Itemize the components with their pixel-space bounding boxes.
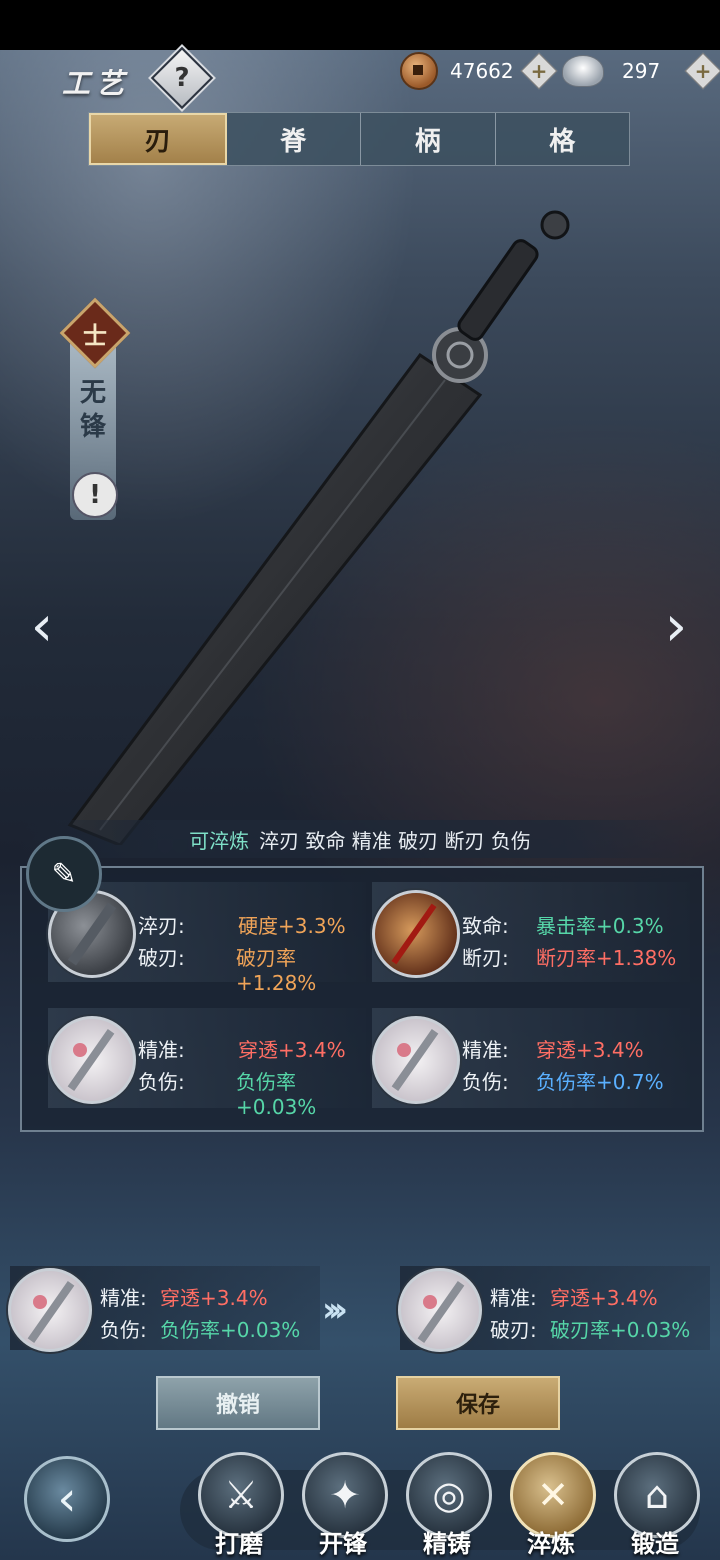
plus-icon: + xyxy=(694,59,712,83)
silver-amount: 297 xyxy=(622,59,661,83)
attr-value: 负伤率+0.03% xyxy=(236,1070,317,1119)
copper-amount: 47662 xyxy=(450,59,514,83)
nav-polish[interactable]: ⚔ 打磨 xyxy=(194,1452,284,1560)
nav-label: 打磨 xyxy=(215,1530,263,1558)
attr-name: 精准: xyxy=(490,1286,537,1310)
question-icon: ? xyxy=(174,63,190,93)
nav-sharpen[interactable]: ✦ 开锋 xyxy=(298,1452,388,1560)
attribute-slot[interactable]: 精准: 穿透+3.4% 负伤: 负伤率+0.03% xyxy=(48,1008,366,1119)
nav-label: 锻造 xyxy=(631,1530,679,1558)
next-arrow-icon[interactable]: › xyxy=(656,594,696,659)
nav-forge[interactable]: ⌂ 锻造 xyxy=(610,1452,700,1560)
attribute-panel: 淬刃: 硬度+3.3% 破刃: 破刃率+1.28% 致命: 暴击率+0.3% 断… xyxy=(20,866,704,1132)
refine-traits: 淬刃 致命 精准 破刃 断刃 负伤 xyxy=(259,828,531,853)
nav-label: 精铸 xyxy=(423,1530,471,1558)
attr-value: 断刃率+1.38% xyxy=(536,946,677,970)
info-button[interactable]: ! xyxy=(72,472,118,518)
attribute-slot[interactable]: 致命: 暴击率+0.3% 断刃: 断刃率+1.38% xyxy=(372,882,690,982)
tab-spine[interactable]: 脊 xyxy=(227,113,361,165)
part-tabs: 刃 脊 柄 格 xyxy=(88,112,630,166)
help-button[interactable]: ? xyxy=(150,46,214,110)
blossom-blade-icon xyxy=(372,1016,460,1104)
compare-before: 精准: 穿透+3.4% 负伤: 负伤率+0.03% xyxy=(8,1266,320,1352)
back-button[interactable]: ‹ xyxy=(24,1456,110,1542)
attr-name: 淬刃: xyxy=(138,914,185,938)
save-button[interactable]: 保存 xyxy=(396,1376,560,1430)
chat-button[interactable]: ✎ xyxy=(26,836,102,912)
attr-value: 穿透+3.4% xyxy=(238,1038,346,1062)
compare-after: 精准: 穿透+3.4% 破刃: 破刃率+0.03% xyxy=(398,1266,710,1352)
add-copper-button[interactable]: + xyxy=(520,52,558,90)
tab-blade[interactable]: 刃 xyxy=(89,113,227,165)
tab-guard[interactable]: 格 xyxy=(496,113,630,165)
attr-value: 破刃率+0.03% xyxy=(550,1318,691,1342)
attr-value: 穿透+3.4% xyxy=(550,1286,658,1310)
cancel-button[interactable]: 撤销 xyxy=(156,1376,320,1430)
attr-name: 负伤: xyxy=(100,1318,147,1342)
copper-coin-icon xyxy=(400,52,438,90)
attr-name: 负伤: xyxy=(462,1070,509,1094)
chat-bubble-icon: ✎ xyxy=(51,856,77,892)
attr-name: 精准: xyxy=(138,1038,185,1062)
attr-value: 负伤率+0.03% xyxy=(160,1318,301,1342)
blossom-blade-icon xyxy=(48,1016,136,1104)
nav-temper[interactable]: ✕ 淬炼 xyxy=(506,1452,596,1560)
attr-value: 硬度+3.3% xyxy=(238,914,346,938)
prev-arrow-icon[interactable]: ‹ xyxy=(22,594,62,659)
copper-currency: 47662 + xyxy=(400,52,558,90)
silver-ingot-icon xyxy=(562,55,604,87)
attr-name: 负伤: xyxy=(138,1070,185,1094)
nav-label: 开锋 xyxy=(319,1530,367,1558)
crimson-blade-icon xyxy=(372,890,460,978)
attr-value: 负伤率+0.7% xyxy=(536,1070,664,1094)
attribute-slot[interactable]: 精准: 穿透+3.4% 负伤: 负伤率+0.7% xyxy=(372,1008,690,1108)
attribute-slot[interactable]: 淬刃: 硬度+3.3% 破刃: 破刃率+1.28% xyxy=(48,882,366,995)
tab-hilt[interactable]: 柄 xyxy=(361,113,496,165)
refine-summary: 可淬炼 淬刃 致命 精准 破刃 断刃 负伤 xyxy=(20,820,700,858)
attr-name: 破刃: xyxy=(138,946,185,970)
attr-value: 暴击率+0.3% xyxy=(536,914,664,938)
attr-name: 精准: xyxy=(462,1038,509,1062)
page-title: 工艺 xyxy=(62,67,131,100)
rank-icon: 士 xyxy=(83,321,107,350)
nav-label: 淬炼 xyxy=(527,1530,575,1558)
add-silver-button[interactable]: + xyxy=(684,52,720,90)
attr-name: 精准: xyxy=(100,1286,147,1310)
attr-value: 破刃率+1.28% xyxy=(236,946,317,995)
plus-icon: + xyxy=(530,59,547,83)
silver-currency: 297 + xyxy=(562,52,720,90)
attr-name: 破刃: xyxy=(490,1318,537,1342)
attr-name: 断刃: xyxy=(462,946,509,970)
attr-name: 致命: xyxy=(462,914,509,938)
sword-image xyxy=(67,210,570,845)
attr-value: 穿透+3.4% xyxy=(160,1286,268,1310)
weapon-name: 无锋 xyxy=(79,378,106,442)
refine-label: 可淬炼 xyxy=(189,828,250,853)
blossom-blade-icon xyxy=(398,1268,482,1352)
nav-refine-cast[interactable]: ◎ 精铸 xyxy=(402,1452,492,1560)
attr-value: 穿透+3.4% xyxy=(536,1038,644,1062)
blossom-blade-icon xyxy=(8,1268,92,1352)
status-bar xyxy=(0,0,720,50)
arrow-right-icon: ››› xyxy=(322,1290,348,1330)
